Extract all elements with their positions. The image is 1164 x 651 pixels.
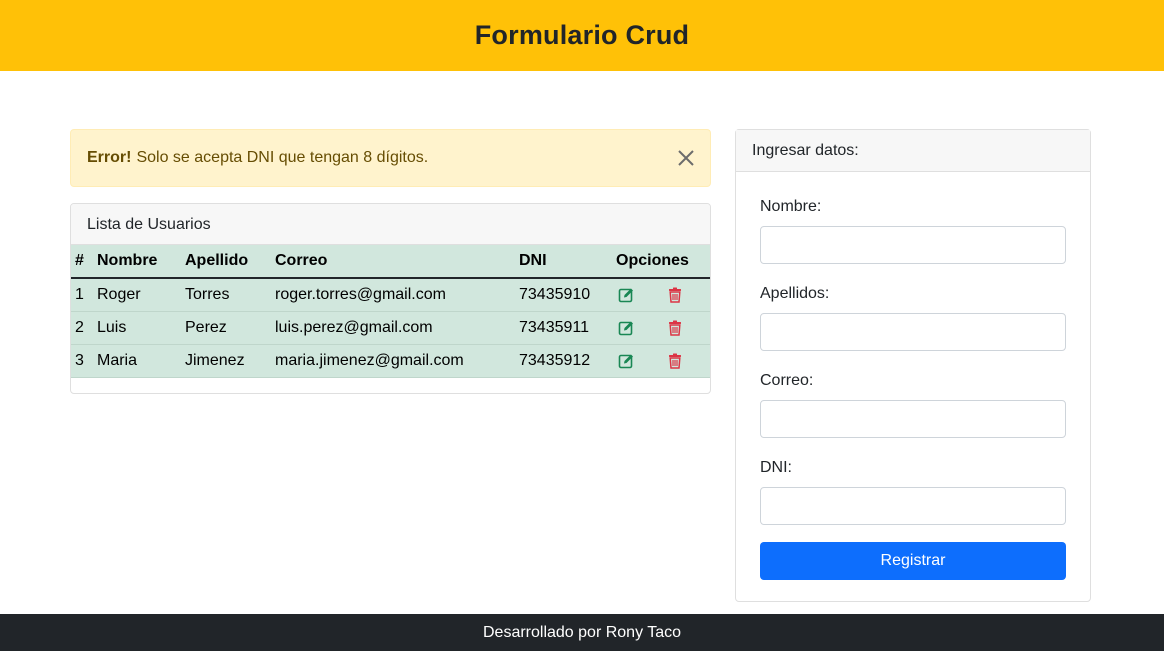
footer-text: Desarrollado por Rony Taco <box>482 623 682 641</box>
trash-icon[interactable] <box>667 320 683 336</box>
page-title: Formulario Crud <box>474 20 690 50</box>
close-icon[interactable] <box>676 148 696 168</box>
field-apellidos: Apellidos: <box>760 285 1066 351</box>
edit-icon[interactable] <box>618 287 634 303</box>
error-alert: Error! Solo se acepta DNI que tengan 8 d… <box>70 129 711 187</box>
label-correo: Correo: <box>760 372 814 389</box>
label-dni: DNI: <box>760 459 792 476</box>
cell-opciones <box>612 278 710 312</box>
column-header-dni: DNI <box>515 245 612 279</box>
cell-apellido: Jimenez <box>181 344 271 378</box>
cell-opciones <box>612 311 710 345</box>
form-body: Nombre: Apellidos: Correo: DNI: Registra… <box>736 172 1090 580</box>
cell-correo: maria.jimenez@gmail.com <box>271 344 515 378</box>
correo-input[interactable] <box>760 400 1066 438</box>
cell-nombre: Luis <box>93 311 181 345</box>
cell-correo: luis.perez@gmail.com <box>271 311 515 345</box>
field-correo: Correo: <box>760 372 1066 438</box>
cell-nombre: Maria <box>93 344 181 378</box>
column-header-apellido: Apellido <box>181 245 271 279</box>
table-row: 2 Luis Perez luis.perez@gmail.com 734359… <box>71 311 710 345</box>
field-nombre: Nombre: <box>760 198 1066 264</box>
cell-apellido: Torres <box>181 278 271 312</box>
cell-num: 2 <box>71 311 93 345</box>
edit-icon[interactable] <box>618 353 634 369</box>
trash-icon[interactable] <box>667 353 683 369</box>
cell-dni: 73435910 <box>515 278 612 312</box>
data-entry-card: Ingresar datos: Nombre: Apellidos: Corre… <box>735 129 1091 602</box>
field-dni: DNI: <box>760 459 1066 525</box>
column-header-correo: Correo <box>271 245 515 279</box>
cell-opciones <box>612 344 710 378</box>
page-footer: Desarrollado por Rony Taco <box>0 614 1164 651</box>
alert-strong: Error! <box>87 149 132 166</box>
table-row: 1 Roger Torres roger.torres@gmail.com 73… <box>71 278 710 312</box>
label-apellidos: Apellidos: <box>760 285 830 302</box>
users-table: # Nombre Apellido Correo DNI Opciones 1 … <box>71 245 710 378</box>
registrar-button[interactable]: Registrar <box>760 542 1066 580</box>
top-header: Formulario Crud <box>0 0 1164 71</box>
table-row: 3 Maria Jimenez maria.jimenez@gmail.com … <box>71 344 710 378</box>
cell-correo: roger.torres@gmail.com <box>271 278 515 312</box>
dni-input[interactable] <box>760 487 1066 525</box>
users-list-card: Lista de Usuarios # Nombre Apellido Corr… <box>70 203 711 394</box>
users-list-title: Lista de Usuarios <box>71 204 710 245</box>
cell-num: 1 <box>71 278 93 312</box>
cell-nombre: Roger <box>93 278 181 312</box>
cell-num: 3 <box>71 344 93 378</box>
label-nombre: Nombre: <box>760 198 822 215</box>
cell-dni: 73435912 <box>515 344 612 378</box>
alert-message: Solo se acepta DNI que tengan 8 dígitos. <box>136 149 429 166</box>
form-title: Ingresar datos: <box>736 130 1090 172</box>
table-header-row: # Nombre Apellido Correo DNI Opciones <box>71 245 710 279</box>
apellidos-input[interactable] <box>760 313 1066 351</box>
column-header-nombre: Nombre <box>93 245 181 279</box>
nombre-input[interactable] <box>760 226 1066 264</box>
cell-apellido: Perez <box>181 311 271 345</box>
edit-icon[interactable] <box>618 320 634 336</box>
trash-icon[interactable] <box>667 287 683 303</box>
column-header-opciones: Opciones <box>612 245 710 279</box>
column-header-num: # <box>71 245 93 279</box>
cell-dni: 73435911 <box>515 311 612 345</box>
